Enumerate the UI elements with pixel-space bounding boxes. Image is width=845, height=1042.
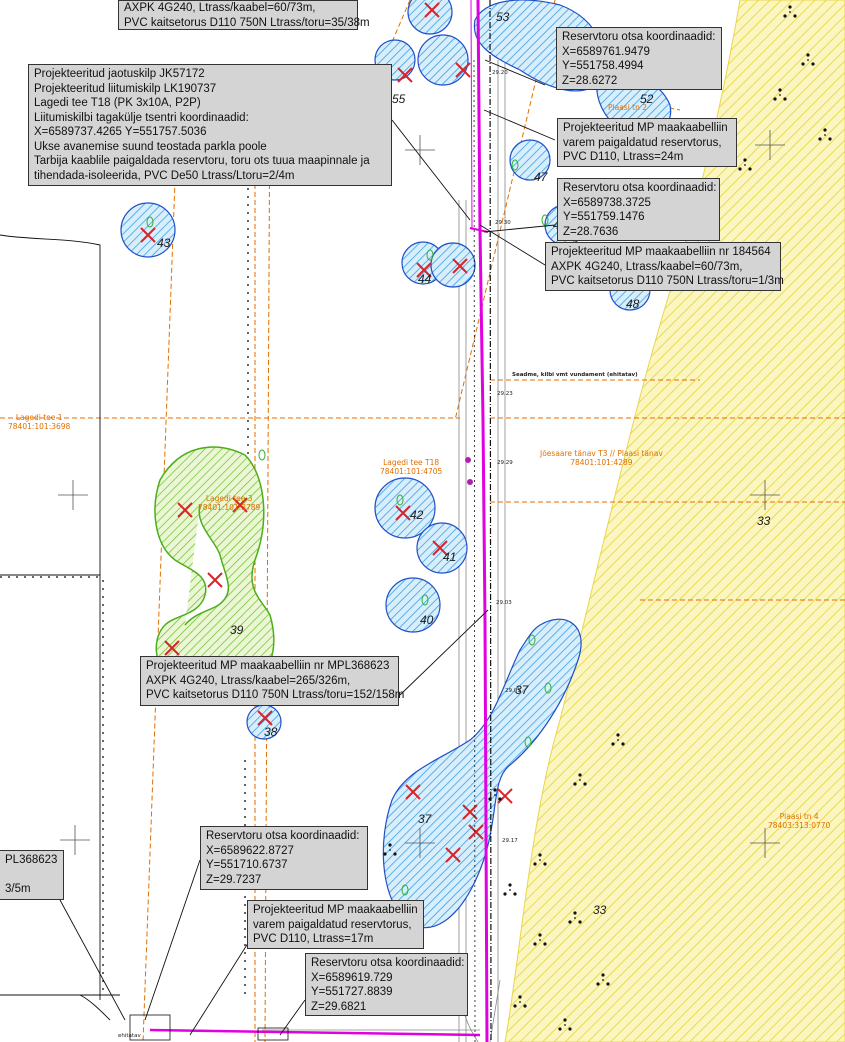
elevation-label: 29.20: [492, 70, 508, 76]
tree-number: 39: [230, 623, 244, 637]
callout-line: X=6589619.729: [311, 971, 393, 984]
callout-mp-184564[interactable]: Projekteeritud MP maakaabelliin nr 18456…: [545, 242, 784, 291]
parcel-name: Lagedi tee 3: [205, 494, 253, 503]
parcel-id: 78401:101:3789: [198, 503, 261, 512]
green-area: [154, 446, 275, 693]
callout-jaotuskilp[interactable]: Projekteeritud jaotuskilp JK57172 Projek…: [28, 64, 392, 186]
callout-line: Y=551727.8839: [311, 986, 393, 998]
callout-line: Z=29.6821: [311, 1000, 367, 1013]
callout-line: AXPK 4G240, Ltrass/kaabel=265/326m,: [146, 674, 351, 687]
tree-number: 53: [496, 10, 510, 24]
parcel-label-lagedi-tee-1: Lagedi tee 1 78401:101:3698: [8, 413, 70, 431]
callout-line: Y=551710.6737: [206, 859, 288, 871]
elevation-label: 29.17: [502, 838, 518, 844]
callout-line: Tarbija kaablile paigaldada reservtoru, …: [34, 155, 370, 167]
callout-line: Z=28.7636: [563, 225, 619, 238]
callout-reservtoru-4[interactable]: Reservtoru otsa koordinaadid: X=6589619.…: [305, 953, 468, 1016]
callout-line: Projekteeritud MP maakaabelliin nr MPL36…: [146, 660, 390, 672]
tree-number: 52: [640, 92, 654, 106]
tree-number: 37: [418, 812, 432, 826]
callout-line: PL368623: [5, 854, 58, 866]
tree-number: 48: [626, 297, 640, 311]
tree-number: 33: [593, 903, 607, 917]
tree-number: 47: [534, 170, 548, 184]
callout-line: Y=551759.1476: [563, 211, 645, 223]
callout-line: PVC kaitsetorus D110 750N Ltrass/toru=15…: [146, 689, 405, 701]
parcel-label-lagedi-green: Lagedi tee 3 78401:101:3789: [198, 494, 260, 512]
callout-line: PVC D110, Ltrass=24m: [563, 151, 684, 163]
parcel-label-lagedi-tee-t18: Lagedi tee T18 78401:101:4705: [380, 458, 442, 476]
callout-line: Reservtoru otsa koordinaadid:: [206, 830, 360, 842]
callout-line: Projekteeritud MP maakaabelliin: [563, 122, 728, 134]
callout-line: Projekteeritud MP maakaabelliin: [253, 904, 418, 916]
callout-mp-reservtorus-1[interactable]: Projekteeritud MP maakaabelliin varem pa…: [557, 118, 737, 167]
elevation-label: 29.01: [505, 688, 521, 694]
callout-line: PVC D110, Ltrass=17m: [253, 933, 374, 945]
callout-line: tihendada-isoleerida, PVC De50 Ltrass/Lt…: [34, 169, 295, 182]
callout-line: Liitumiskilbi tagakülje tsentri koordina…: [34, 111, 249, 124]
callout-cable-top[interactable]: AXPK 4G240, Ltrass/kaabel=60/73m, PVC ka…: [118, 0, 370, 30]
callout-line: Ukse avanemise suund teostada parkla poo…: [34, 140, 267, 153]
callout-line: Z=28.6272: [562, 74, 618, 87]
callout-reservtoru-3[interactable]: Reservtoru otsa koordinaadid: X=6589622.…: [200, 826, 368, 890]
callout-line: [5, 868, 58, 883]
fence-lines: [0, 234, 120, 1021]
callout-line: 3/5m: [5, 883, 31, 895]
callout-line: X=6589761.9479: [562, 45, 650, 58]
tree-number: 38: [264, 725, 278, 739]
parcel-label-joesaare: Jõesaare tänav T3 // Plaasi tänav 78401:…: [540, 449, 663, 467]
parcel-name: Lagedi tee 1: [15, 413, 63, 422]
elevation-label: 29.23: [497, 391, 513, 397]
parcel-id: 78401:101:4289: [570, 458, 633, 467]
tree-number: 43: [157, 236, 171, 250]
parcel-id: 78401:101:3698: [8, 422, 71, 431]
parcel-name: Plaasi tn 4: [779, 812, 819, 821]
callout-line: X=6589737.4265 Y=551757.5036: [34, 126, 207, 138]
callout-mpl368623[interactable]: Projekteeritud MP maakaabelliin nr MPL36…: [140, 656, 405, 706]
callout-line: AXPK 4G240, Ltrass/kaabel=60/73m,: [551, 260, 743, 273]
callout-cut-left[interactable]: PL368623 3/5m: [0, 850, 64, 900]
callout-line: Reservtoru otsa koordinaadid:: [311, 957, 465, 969]
callout-line: AXPK 4G240, Ltrass/kaabel=60/73m,: [124, 2, 316, 14]
elevation-label: 29.29: [497, 460, 513, 466]
callout-line: Reservtoru otsa koordinaadid:: [562, 31, 716, 43]
callout-line: Lagedi tee T18 (PK 3x10A, P2P): [34, 97, 201, 109]
tree-number: 33: [757, 514, 771, 528]
tree-number: 44: [418, 272, 432, 286]
callout-line: PVC kaitsetorus D110 750N Ltrass/toru=1/…: [551, 275, 784, 287]
callout-mp-reservtorus-2[interactable]: Projekteeritud MP maakaabelliin varem pa…: [247, 900, 424, 949]
callout-line: Reservtoru otsa koordinaadid:: [563, 182, 717, 194]
tree-number: 40: [420, 613, 434, 627]
callout-line: X=6589622.8727: [206, 844, 294, 857]
parcel-id: 78403:313:0770: [768, 821, 831, 830]
elevation-label: 29.03: [496, 600, 512, 606]
parcel-name: Jõesaare tänav T3 // Plaasi tänav: [540, 449, 663, 458]
elevation-label: 29.30: [495, 220, 511, 226]
callout-line: Projekteeritud liitumiskilp LK190737: [34, 82, 217, 95]
callout-line: varem paigaldatud reservtorus,: [563, 136, 722, 149]
callout-line: Z=29.7237: [206, 873, 262, 886]
callout-line: Projekteeritud jaotuskilp JK57172: [34, 68, 205, 80]
parcel-label-plaasi-4: Plaasi tn 4 78403:313:0770: [768, 812, 830, 830]
callout-line: PVC kaitsetorus D110 750N Ltrass/toru=35…: [124, 16, 370, 29]
callout-line: varem paigaldatud reservtorus,: [253, 918, 412, 931]
tree-number: 41: [443, 550, 457, 564]
tree-number: 42: [410, 508, 424, 522]
callout-reservtoru-1[interactable]: Reservtoru otsa koordinaadid: X=6589761.…: [556, 27, 722, 90]
callout-line: X=6589738.3725: [563, 196, 651, 209]
cable-secondary: [473, 0, 492, 1042]
parcel-name: Lagedi tee T18: [383, 458, 440, 467]
parcel-id: 78401:101:4705: [380, 467, 443, 476]
callout-line: Projekteeritud MP maakaabelliin nr 18456…: [551, 246, 771, 258]
building-note: ehitatav: [118, 1033, 141, 1039]
foundation-note: Seadme, kilbi vmt vundament (ehitatav): [512, 372, 638, 378]
callout-reservtoru-2[interactable]: Reservtoru otsa koordinaadid: X=6589738.…: [557, 178, 720, 241]
callout-line: Y=551758.4994: [562, 60, 644, 72]
tree-number: 55: [392, 92, 406, 106]
